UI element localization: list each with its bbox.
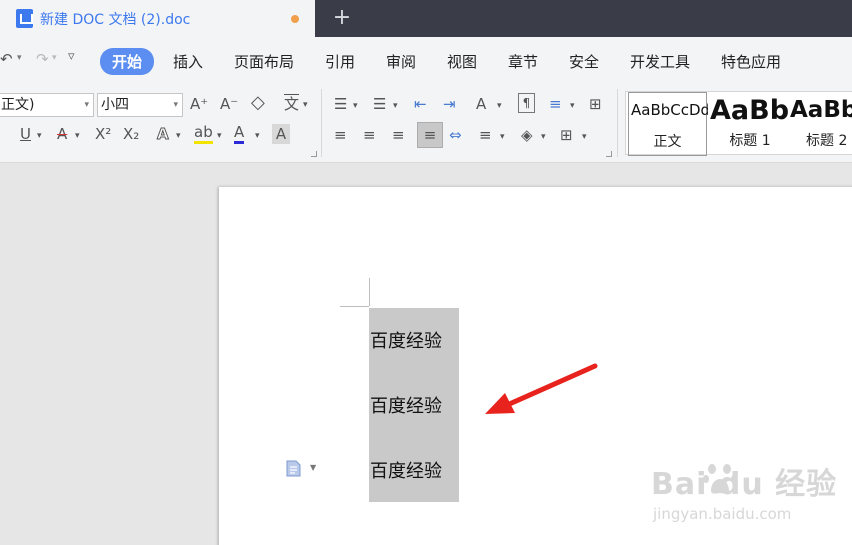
undo-dropdown-icon[interactable]: ▾ bbox=[17, 53, 22, 63]
document-page[interactable]: 百度经验 百度经验 百度经验 ▼ Bai du 经验 jingyan.baidu… bbox=[219, 187, 852, 545]
sort-icon[interactable]: ¶ bbox=[518, 93, 535, 113]
underline-icon[interactable]: U bbox=[20, 124, 31, 144]
ribbon-separator bbox=[321, 89, 322, 157]
font-name-value: 正文) bbox=[1, 97, 35, 113]
font-name-select[interactable]: 正文) ▾ bbox=[0, 93, 94, 117]
chevron-down-icon[interactable]: ▾ bbox=[217, 126, 222, 146]
redo-dropdown-icon[interactable]: ▾ bbox=[52, 53, 57, 63]
clear-format-eraser-icon[interactable]: ◇ bbox=[251, 93, 265, 113]
paragraph-dialog-launcher-icon[interactable] bbox=[606, 151, 612, 157]
chevron-down-icon[interactable]: ▾ bbox=[500, 127, 505, 147]
menu-tab-home[interactable]: 开始 bbox=[100, 48, 155, 75]
font-size-select[interactable]: 小四 ▾ bbox=[97, 93, 183, 117]
baidu-paw-icon bbox=[703, 464, 737, 494]
highlight-icon[interactable]: ab bbox=[194, 123, 213, 144]
menu-bar: ↶ ▾ ↷ ▾ ▿ 开始 插入 页面布局 引用 审阅 视图 章节 安全 开发工具… bbox=[0, 37, 852, 83]
watermark-brand: Bai du 经验 bbox=[651, 467, 838, 502]
style-normal[interactable]: AaBbCcDd 正文 bbox=[628, 92, 708, 156]
style-name: 标题 2 bbox=[806, 133, 848, 149]
superscript-icon[interactable]: X² bbox=[95, 124, 111, 144]
document-text-line[interactable]: 百度经验 bbox=[370, 327, 442, 353]
menu-tab-review[interactable]: 审阅 bbox=[386, 51, 416, 72]
strikethrough-icon[interactable]: A bbox=[57, 124, 67, 144]
menu-tab-security[interactable]: 安全 bbox=[569, 51, 599, 72]
document-tab-title: 新建 DOC 文档 (2).doc bbox=[40, 11, 191, 28]
menu-tab-insert[interactable]: 插入 bbox=[173, 51, 203, 72]
undo-icon[interactable]: ↶ bbox=[0, 50, 13, 68]
style-sample: AaBbCcDd bbox=[631, 101, 708, 119]
align-center-icon[interactable]: ≡ bbox=[363, 125, 376, 145]
chevron-down-icon[interactable]: ▼ bbox=[310, 463, 316, 472]
subscript-icon[interactable]: X₂ bbox=[123, 124, 139, 144]
numbering-icon[interactable]: ☰ bbox=[373, 94, 386, 114]
line-spacing-icon[interactable]: ≡ bbox=[479, 125, 492, 145]
style-sample: AaBb bbox=[790, 97, 852, 123]
margin-corner-mark bbox=[369, 278, 370, 306]
margin-corner-mark bbox=[340, 306, 369, 307]
menu-tab-section[interactable]: 章节 bbox=[508, 51, 538, 72]
chevron-down-icon[interactable]: ▾ bbox=[75, 126, 80, 146]
watermark-url: jingyan.baidu.com bbox=[653, 505, 792, 523]
table-tools-icon[interactable]: ⊞ bbox=[589, 94, 602, 114]
word-doc-icon bbox=[16, 9, 33, 28]
ribbon-separator bbox=[617, 89, 618, 157]
show-hide-marks-icon[interactable]: ≡ bbox=[549, 94, 562, 114]
text-direction-icon[interactable]: A bbox=[476, 94, 486, 114]
style-heading-2[interactable]: AaBb 标题 2 bbox=[790, 92, 852, 156]
font-size-value: 小四 bbox=[101, 97, 129, 113]
document-text-line[interactable]: 百度经验 bbox=[370, 392, 442, 418]
document-text-line[interactable]: 百度经验 bbox=[370, 457, 442, 483]
document-tab[interactable]: 新建 DOC 文档 (2).doc bbox=[0, 0, 315, 37]
paragraph-layout-icon[interactable] bbox=[286, 460, 301, 477]
chevron-down-icon[interactable]: ▾ bbox=[582, 127, 587, 147]
title-bar: 新建 DOC 文档 (2).doc + bbox=[0, 0, 852, 37]
justify-icon[interactable]: ≡ bbox=[417, 122, 443, 148]
chevron-down-icon: ▾ bbox=[84, 100, 89, 110]
chevron-down-icon[interactable]: ▾ bbox=[255, 126, 260, 146]
style-name: 标题 1 bbox=[729, 133, 771, 149]
menu-tab-page-layout[interactable]: 页面布局 bbox=[234, 51, 294, 72]
chevron-down-icon[interactable]: ▾ bbox=[353, 96, 358, 116]
new-tab-button[interactable]: + bbox=[331, 6, 353, 30]
font-color-icon[interactable]: A bbox=[234, 123, 245, 144]
ribbon-toolbar: 正文) ▾ 小四 ▾ A⁺ A⁻ ◇ 文 ▾ U ▾ A ▾ X² X₂ A ▾… bbox=[0, 83, 852, 163]
bullets-icon[interactable]: ☰ bbox=[334, 94, 347, 114]
font-dialog-launcher-icon[interactable] bbox=[311, 151, 317, 157]
style-heading-1[interactable]: AaBb 标题 1 bbox=[710, 92, 790, 156]
document-canvas[interactable]: 百度经验 百度经验 百度经验 ▼ Bai du 经验 jingyan.baidu… bbox=[0, 163, 852, 545]
distributed-align-icon[interactable]: ⇔ bbox=[449, 125, 462, 145]
style-sample: AaBb bbox=[710, 95, 790, 126]
paragraph-shading-icon[interactable]: ◈ bbox=[521, 125, 533, 145]
chevron-down-icon[interactable]: ▾ bbox=[37, 126, 42, 146]
chevron-down-icon[interactable]: ▾ bbox=[541, 127, 546, 147]
menu-tab-view[interactable]: 视图 bbox=[447, 51, 477, 72]
chevron-down-icon[interactable]: ▾ bbox=[176, 126, 181, 146]
chevron-down-icon[interactable]: ▾ bbox=[570, 96, 575, 116]
customize-quick-access-icon[interactable]: ▿ bbox=[68, 49, 75, 64]
unsaved-dot-icon bbox=[291, 15, 299, 23]
shrink-font-icon[interactable]: A⁻ bbox=[220, 94, 238, 114]
style-name: 正文 bbox=[653, 134, 682, 150]
red-arrow-annotation bbox=[485, 363, 598, 414]
decrease-indent-icon[interactable]: ⇤ bbox=[414, 94, 427, 114]
redo-icon[interactable]: ↷ bbox=[36, 50, 49, 68]
styles-gallery: AaBbCcDd 正文 AaBb 标题 1 AaBb 标题 2 bbox=[625, 91, 852, 156]
menu-tab-developer[interactable]: 开发工具 bbox=[630, 51, 690, 72]
phonetic-guide-icon[interactable]: 文 bbox=[284, 94, 299, 114]
align-right-icon[interactable]: ≡ bbox=[392, 125, 405, 145]
menu-tab-special-apps[interactable]: 特色应用 bbox=[721, 51, 781, 72]
menu-tab-references[interactable]: 引用 bbox=[325, 51, 355, 72]
text-effect-icon[interactable]: A bbox=[157, 124, 170, 144]
grow-font-icon[interactable]: A⁺ bbox=[190, 94, 208, 114]
align-left-icon[interactable]: ≡ bbox=[334, 125, 347, 145]
borders-icon[interactable]: ⊞ bbox=[560, 125, 573, 145]
chevron-down-icon[interactable]: ▾ bbox=[497, 96, 502, 116]
increase-indent-icon[interactable]: ⇥ bbox=[443, 94, 456, 114]
character-shading-icon[interactable]: A bbox=[272, 124, 290, 144]
chevron-down-icon[interactable]: ▾ bbox=[303, 95, 308, 115]
wps-writer-window: 新建 DOC 文档 (2).doc + ↶ ▾ ↷ ▾ ▿ 开始 插入 页面布局… bbox=[0, 0, 852, 545]
chevron-down-icon: ▾ bbox=[173, 100, 178, 110]
chevron-down-icon[interactable]: ▾ bbox=[393, 96, 398, 116]
